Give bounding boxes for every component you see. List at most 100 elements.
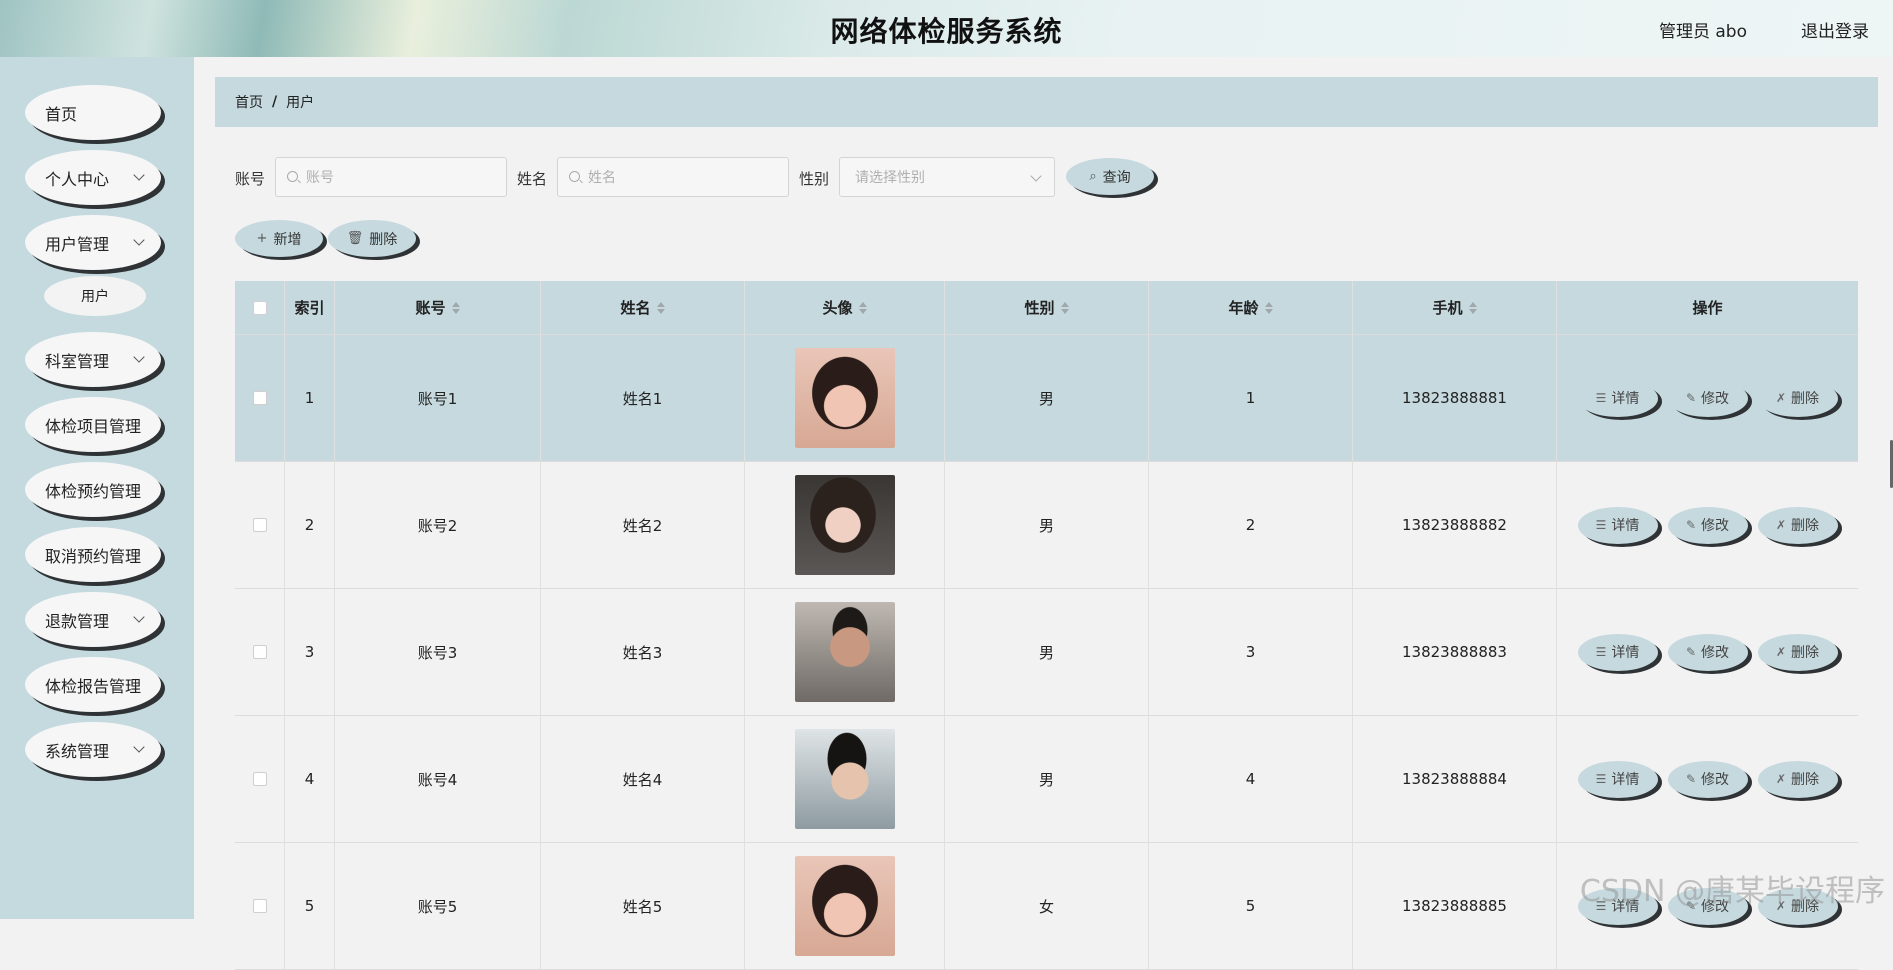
col-name[interactable]: 姓名	[541, 281, 745, 334]
gender-select[interactable]: 请选择性别	[839, 157, 1055, 197]
name-cell-value: 姓名4	[622, 770, 663, 789]
sidebar-item-home[interactable]: 首页	[25, 85, 161, 140]
delete-button[interactable]: ✗ 删除	[1757, 379, 1838, 417]
sidebar-item-reports[interactable]: 体检报告管理	[25, 657, 161, 712]
search-icon	[569, 171, 580, 182]
detail-button[interactable]: ☰ 详情	[1577, 633, 1658, 671]
sidebar-item-cancellations[interactable]: 取消预约管理	[25, 527, 161, 582]
select-cell	[235, 843, 285, 969]
sort-icon[interactable]	[1264, 301, 1273, 314]
gender-cell-value: 男	[1038, 770, 1054, 789]
sidebar-item-user-management[interactable]: 用户管理	[25, 215, 161, 270]
sidebar-item-exam-items[interactable]: 体检项目管理	[25, 397, 161, 452]
col-phone[interactable]: 手机	[1353, 281, 1557, 334]
phone-cell: 13823888885	[1353, 843, 1557, 969]
select-cell	[235, 462, 285, 588]
account-cell-value: 账号1	[417, 389, 458, 408]
gender-label: 性别	[799, 170, 830, 188]
index-cell-value: 1	[304, 389, 315, 407]
bulk-delete-button[interactable]: 🗑 删除	[328, 220, 416, 257]
app-title: 网络体检服务系统	[830, 15, 1063, 48]
detail-button[interactable]: ☰ 详情	[1577, 506, 1658, 544]
index-cell-value: 4	[304, 770, 315, 788]
index-cell: 3	[285, 589, 335, 715]
name-search-input[interactable]: 姓名	[557, 157, 789, 197]
chevron-down-icon	[133, 351, 145, 363]
col-age-label: 年龄	[1228, 299, 1259, 317]
sidebar-item-label: 取消预约管理	[45, 546, 142, 566]
delete-button[interactable]: ✗ 删除	[1757, 633, 1838, 671]
detail-button[interactable]: ☰ 详情	[1577, 379, 1658, 417]
name-cell-value: 姓名5	[622, 897, 663, 916]
pencil-icon: ✎	[1685, 391, 1697, 405]
edit-button[interactable]: ✎ 修改	[1667, 506, 1748, 544]
sidebar-subitem-users[interactable]: 用户	[44, 276, 146, 316]
row-checkbox[interactable]	[252, 391, 267, 405]
account-cell: 账号1	[335, 335, 541, 461]
delete-button[interactable]: ✗ 删除	[1757, 506, 1838, 544]
sort-icon[interactable]	[1060, 301, 1069, 314]
sidebar-item-label: 用户管理	[45, 234, 110, 254]
row-checkbox[interactable]	[252, 772, 267, 786]
row-checkbox[interactable]	[252, 899, 267, 913]
avatar	[794, 602, 895, 702]
account-search-input[interactable]: 账号	[275, 157, 507, 197]
sidebar-item-appointments[interactable]: 体检预约管理	[25, 462, 161, 517]
phone-cell: 13823888882	[1353, 462, 1557, 588]
edit-button[interactable]: ✎ 修改	[1667, 633, 1748, 671]
pencil-icon: ✎	[1685, 772, 1697, 786]
breadcrumb-current: 用户	[286, 95, 315, 111]
document-icon: ☰	[1595, 772, 1607, 786]
table-header-row: 索引 账号 姓名 头像 性别 年龄 手机 操作	[235, 281, 1858, 335]
row-checkbox[interactable]	[252, 518, 267, 532]
name-cell: 姓名5	[541, 843, 745, 969]
col-age[interactable]: 年龄	[1149, 281, 1353, 334]
logout-link[interactable]: 退出登录	[1801, 17, 1869, 42]
name-cell-value: 姓名3	[622, 643, 663, 662]
breadcrumb-home[interactable]: 首页	[235, 92, 263, 112]
index-cell: 2	[285, 462, 335, 588]
add-button[interactable]: + 新增	[235, 220, 323, 257]
col-name-label: 姓名	[620, 299, 651, 317]
trash-icon: ✗	[1775, 518, 1787, 532]
select-cell	[235, 335, 285, 461]
avatar	[794, 729, 895, 829]
sort-icon[interactable]	[858, 301, 867, 314]
actions-cell: ☰ 详情 ✎ 修改 ✗ 删除	[1557, 335, 1858, 461]
edit-button[interactable]: ✎ 修改	[1667, 379, 1748, 417]
sidebar-item-label: 体检项目管理	[45, 416, 142, 436]
detail-button[interactable]: ☰ 详情	[1577, 760, 1658, 798]
sort-icon[interactable]	[451, 301, 460, 314]
sort-icon[interactable]	[656, 301, 665, 314]
col-gender-label: 性别	[1024, 299, 1055, 317]
avatar-cell	[745, 589, 945, 715]
select-cell	[235, 716, 285, 842]
col-account[interactable]: 账号	[335, 281, 541, 334]
trash-icon: ✗	[1775, 772, 1787, 786]
sidebar-item-refunds[interactable]: 退款管理	[25, 592, 161, 647]
delete-button[interactable]: ✗ 删除	[1757, 760, 1838, 798]
select-all-checkbox[interactable]	[252, 300, 267, 315]
sidebar-item-label: 个人中心	[45, 169, 110, 189]
gender-cell: 男	[945, 716, 1149, 842]
detail-button-label: 详情	[1611, 772, 1640, 788]
sidebar-item-label: 体检预约管理	[45, 481, 142, 501]
sidebar-item-system[interactable]: 系统管理	[25, 722, 161, 777]
name-cell: 姓名3	[541, 589, 745, 715]
sidebar-item-personal-center[interactable]: 个人中心	[25, 150, 161, 205]
account-cell: 账号5	[335, 843, 541, 969]
phone-cell: 13823888884	[1353, 716, 1557, 842]
col-gender[interactable]: 性别	[945, 281, 1149, 334]
edit-button-label: 修改	[1701, 645, 1730, 661]
edit-button[interactable]: ✎ 修改	[1667, 760, 1748, 798]
actions-cell: ☰ 详情 ✎ 修改 ✗ 删除	[1557, 716, 1858, 842]
chevron-down-icon	[133, 611, 145, 623]
index-cell: 4	[285, 716, 335, 842]
col-avatar[interactable]: 头像	[745, 281, 945, 334]
sort-icon[interactable]	[1468, 301, 1477, 314]
age-cell: 1	[1149, 335, 1353, 461]
row-checkbox[interactable]	[252, 645, 267, 659]
sidebar-item-department[interactable]: 科室管理	[25, 332, 161, 387]
query-button[interactable]: ⌕ 查询	[1066, 158, 1154, 195]
detail-button-label: 详情	[1611, 518, 1640, 534]
